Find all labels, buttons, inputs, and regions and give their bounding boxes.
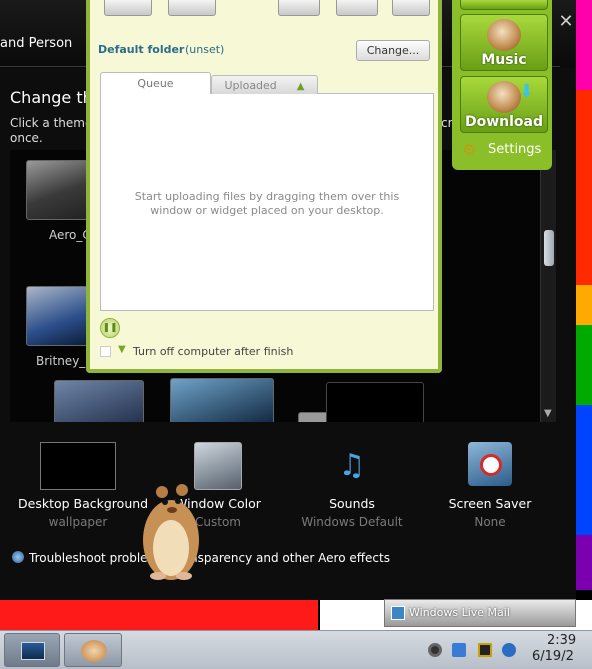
wallpaper-red-band bbox=[0, 600, 318, 630]
hamster-widget[interactable] bbox=[138, 478, 204, 582]
shield-icon bbox=[12, 551, 24, 563]
windows-live-mail-notification[interactable]: Windows Live Mail bbox=[384, 599, 576, 627]
monitor-icon bbox=[21, 642, 45, 660]
scroll-down-icon[interactable]: ▼ bbox=[544, 408, 552, 419]
hamster-icon bbox=[143, 484, 199, 580]
desktop-background-swatch bbox=[40, 442, 116, 490]
toolbar-button-5[interactable] bbox=[392, 0, 430, 16]
download-label: Download bbox=[464, 114, 544, 130]
chevron-down-icon: ▼ bbox=[118, 344, 126, 355]
triangle-up-icon: ▲ bbox=[296, 81, 305, 92]
setting-name: Sounds bbox=[329, 496, 375, 511]
setting-value: wallpaper bbox=[48, 515, 108, 529]
troubleshoot-label-rest[interactable]: nsparency and other Aero effects bbox=[190, 551, 390, 565]
upload-queue-list[interactable]: Start uploading files by dragging them o… bbox=[100, 93, 434, 311]
theme-thumb-4[interactable] bbox=[170, 378, 274, 422]
taskbar-button-personalization[interactable] bbox=[4, 633, 60, 667]
shutdown-checkbox[interactable] bbox=[100, 346, 111, 357]
bluetooth-icon[interactable] bbox=[452, 643, 466, 657]
window-title: and Person bbox=[0, 36, 73, 51]
page-description-cut: cr bbox=[441, 116, 453, 130]
toolbar-button-4[interactable] bbox=[336, 0, 378, 16]
close-icon[interactable]: ✕ bbox=[556, 12, 576, 32]
wallpaper-yellow-shape bbox=[318, 600, 384, 630]
gear-icon: ⚙ bbox=[462, 140, 477, 159]
shutdown-label: Turn off computer after finish bbox=[133, 345, 294, 358]
desktop-wallpaper-edge bbox=[576, 0, 592, 600]
queue-empty-message: Start uploading files by dragging them o… bbox=[134, 190, 400, 217]
setting-name: Screen Saver bbox=[448, 496, 532, 511]
music-button[interactable]: Music bbox=[460, 14, 548, 71]
mail-icon bbox=[391, 606, 405, 620]
troubleshoot-link[interactable]: Troubleshoot proble bbox=[12, 551, 148, 565]
taskbar-button-uploader[interactable] bbox=[64, 633, 122, 667]
default-folder-label: Default folder bbox=[98, 43, 185, 56]
theme-label-aero: Aero_C bbox=[49, 228, 91, 242]
theme-thumb-aero[interactable] bbox=[26, 160, 88, 220]
setting-name: Desktop Background bbox=[18, 496, 149, 511]
network-icon[interactable] bbox=[428, 643, 442, 657]
change-folder-button[interactable]: Change... bbox=[356, 40, 430, 61]
tab-uploaded-label: Uploaded bbox=[224, 79, 277, 92]
troubleshoot-label: Troubleshoot proble bbox=[29, 551, 148, 565]
clock-date[interactable]: 6/19/2 bbox=[532, 649, 574, 664]
tab-uploaded[interactable]: Uploaded ▲ bbox=[211, 75, 318, 94]
side-toolbar: Music ⬇ Download ⚙ Settings bbox=[452, 0, 552, 170]
download-button[interactable]: ⬇ Download bbox=[460, 76, 548, 133]
clock-time[interactable]: 2:39 bbox=[547, 633, 576, 648]
hamster-download-icon bbox=[487, 81, 521, 113]
upload-button[interactable] bbox=[460, 0, 548, 10]
hamster-app-icon bbox=[81, 640, 107, 662]
scrollbar-thumb[interactable] bbox=[544, 230, 554, 266]
theme-thumb-3[interactable] bbox=[54, 380, 144, 422]
toolbar-button-2[interactable] bbox=[168, 0, 216, 16]
notification-title: Windows Live Mail bbox=[409, 606, 510, 619]
theme-list-scrollbar[interactable]: ▼ bbox=[540, 150, 556, 422]
setting-desktop-background[interactable]: Desktop Background wallpaper bbox=[18, 442, 149, 529]
setting-sounds[interactable]: ♫ Sounds Windows Default bbox=[292, 442, 412, 529]
screen-saver-icon bbox=[468, 442, 512, 486]
setting-screen-saver[interactable]: Screen Saver None bbox=[430, 442, 550, 529]
sounds-icon: ♫ bbox=[338, 448, 366, 483]
toolbar-button-1[interactable] bbox=[104, 0, 152, 16]
settings-label: Settings bbox=[488, 142, 542, 157]
setting-value: Windows Default bbox=[301, 515, 403, 529]
music-label: Music bbox=[481, 52, 527, 68]
theme-thumb-6[interactable] bbox=[326, 382, 424, 422]
hamster-headphones-icon bbox=[487, 19, 521, 51]
volume-icon[interactable] bbox=[502, 643, 516, 657]
setting-value: None bbox=[474, 515, 506, 529]
uploader-window: Default folder (unset) Change... Start u… bbox=[86, 0, 442, 373]
download-arrow-icon: ⬇ bbox=[519, 81, 535, 102]
theme-label-britney: Britney_S bbox=[36, 354, 93, 368]
monitor-tray-icon[interactable] bbox=[478, 643, 492, 657]
default-folder-state: (unset) bbox=[185, 43, 225, 56]
tab-queue[interactable]: Queue bbox=[100, 72, 211, 94]
pause-button[interactable]: ❚❚ bbox=[100, 318, 120, 338]
theme-thumb-britney[interactable] bbox=[26, 286, 88, 346]
toolbar-button-3[interactable] bbox=[278, 0, 320, 16]
